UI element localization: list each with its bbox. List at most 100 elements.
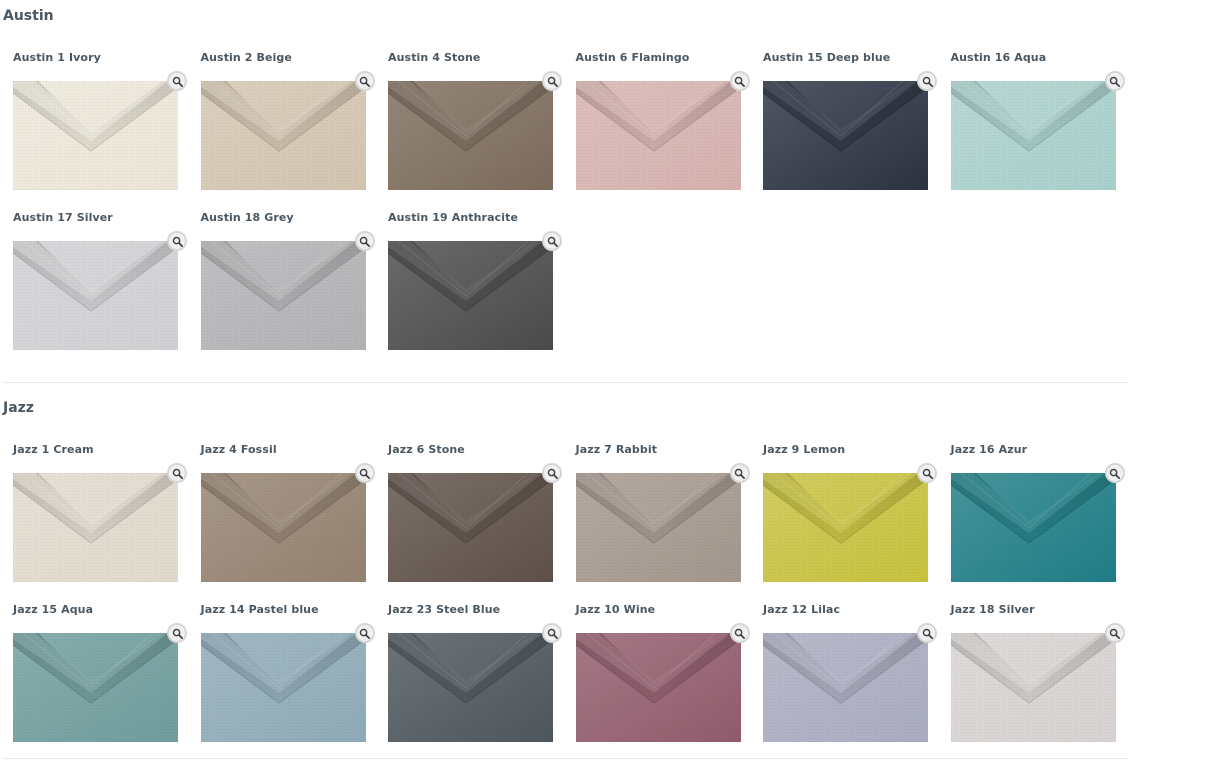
- zoom-button[interactable]: [729, 463, 750, 483]
- fabric-swatch[interactable]: Austin 6 Flamingo: [575, 51, 754, 201]
- swatch-label: Jazz 7 Rabbit: [575, 443, 658, 456]
- fabric-swatch[interactable]: Austin 17 Silver: [13, 211, 191, 361]
- fabric-swatch-image[interactable]: [13, 473, 178, 582]
- fabric-swatch[interactable]: Austin 18 Grey: [200, 211, 379, 361]
- fabric-swatch[interactable]: Jazz 1 Cream: [13, 443, 191, 593]
- zoom-button[interactable]: [167, 463, 187, 483]
- zoom-button[interactable]: [167, 231, 187, 251]
- fabric-swatch-image[interactable]: [388, 633, 553, 742]
- fabric-swatch-image[interactable]: [763, 633, 928, 742]
- fabric-swatch[interactable]: Jazz 14 Pastel blue: [200, 603, 379, 753]
- fabric-swatch-image[interactable]: [388, 241, 553, 350]
- fabric-swatch[interactable]: Austin 2 Beige: [200, 51, 379, 201]
- magnifier-icon: [922, 76, 933, 87]
- zoom-button[interactable]: [542, 71, 562, 91]
- swatch-grid: Jazz 1 Cream Jazz 4 Fossil Jazz 6 Stone …: [0, 392, 1130, 760]
- fabric-swatch-image[interactable]: [763, 473, 928, 582]
- zoom-button[interactable]: [354, 623, 375, 643]
- fabric-swatch-image[interactable]: [13, 241, 178, 350]
- fabric-swatch[interactable]: Jazz 9 Lemon: [763, 443, 941, 593]
- zoom-button[interactable]: [542, 231, 562, 251]
- zoom-button[interactable]: [167, 71, 187, 91]
- zoom-button[interactable]: [917, 71, 937, 91]
- fabric-swatch-image[interactable]: [950, 633, 1116, 742]
- swatch-label: Austin 4 Stone: [388, 51, 481, 64]
- section-divider: [3, 382, 1127, 383]
- fabric-swatch[interactable]: Jazz 23 Steel Blue: [388, 603, 566, 753]
- section-jazz: Jazz Jazz 1 Cream Jazz 4 Fossil Jazz 6 S…: [0, 392, 1130, 760]
- fabric-swatch[interactable]: Austin 16 Aqua: [950, 51, 1129, 201]
- magnifier-icon: [734, 468, 745, 479]
- swatch-label: Jazz 15 Aqua: [13, 603, 94, 616]
- fabric-swatch-image[interactable]: [950, 81, 1116, 190]
- fabric-swatch[interactable]: Austin 19 Anthracite: [388, 211, 566, 361]
- swatch-label: Austin 1 Ivory: [13, 51, 101, 64]
- swatch-label: Jazz 14 Pastel blue: [200, 603, 319, 616]
- fabric-swatch[interactable]: Jazz 18 Silver: [950, 603, 1129, 753]
- fabric-swatch[interactable]: Austin 15 Deep blue: [763, 51, 941, 201]
- zoom-button[interactable]: [354, 463, 375, 483]
- zoom-button[interactable]: [1104, 463, 1125, 483]
- zoom-button[interactable]: [542, 463, 562, 483]
- fabric-swatch[interactable]: Jazz 16 Azur: [950, 443, 1129, 593]
- swatch-label: Austin 19 Anthracite: [388, 211, 519, 224]
- magnifier-icon: [359, 236, 370, 247]
- magnifier-icon: [172, 236, 183, 247]
- fabric-swatch-image[interactable]: [200, 633, 366, 742]
- fabric-swatch[interactable]: Jazz 7 Rabbit: [575, 443, 754, 593]
- magnifier-icon: [734, 76, 745, 87]
- zoom-button[interactable]: [1104, 71, 1125, 91]
- section-austin: Austin Austin 1 Ivory Austin 2 Beige Aus…: [0, 0, 1130, 384]
- swatch-label: Jazz 18 Silver: [950, 603, 1035, 616]
- swatch-label: Austin 18 Grey: [200, 211, 294, 224]
- fabric-swatch-image[interactable]: [950, 473, 1116, 582]
- magnifier-icon: [547, 236, 558, 247]
- fabric-swatch[interactable]: Jazz 4 Fossil: [200, 443, 379, 593]
- fabric-swatch[interactable]: Jazz 12 Lilac: [763, 603, 941, 753]
- fabric-swatch-image[interactable]: [763, 81, 928, 190]
- zoom-button[interactable]: [354, 71, 375, 91]
- fabric-swatch-image[interactable]: [388, 473, 553, 582]
- swatch-label: Jazz 4 Fossil: [200, 443, 277, 456]
- zoom-button[interactable]: [917, 463, 937, 483]
- swatch-label: Austin 2 Beige: [200, 51, 292, 64]
- swatch-label: Austin 15 Deep blue: [763, 51, 891, 64]
- fabric-swatch-image[interactable]: [388, 81, 553, 190]
- zoom-button[interactable]: [917, 623, 937, 643]
- magnifier-icon: [172, 468, 183, 479]
- zoom-button[interactable]: [542, 623, 562, 643]
- fabric-swatch-image[interactable]: [13, 81, 178, 190]
- magnifier-icon: [547, 628, 558, 639]
- fabric-swatch-image[interactable]: [13, 633, 178, 742]
- swatch-label: Jazz 23 Steel Blue: [388, 603, 501, 616]
- magnifier-icon: [922, 468, 933, 479]
- fabric-swatch-image[interactable]: [575, 473, 741, 582]
- swatch-label: Austin 17 Silver: [13, 211, 113, 224]
- fabric-swatch[interactable]: Jazz 10 Wine: [575, 603, 754, 753]
- zoom-button[interactable]: [729, 71, 750, 91]
- fabric-swatch[interactable]: Jazz 6 Stone: [388, 443, 566, 593]
- magnifier-icon: [359, 468, 370, 479]
- fabric-swatch-image[interactable]: [575, 81, 741, 190]
- magnifier-icon: [547, 76, 558, 87]
- zoom-button[interactable]: [354, 231, 375, 251]
- swatch-label: Jazz 9 Lemon: [763, 443, 846, 456]
- swatch-grid: Austin 1 Ivory Austin 2 Beige Austin 4 S…: [0, 0, 1130, 384]
- fabric-swatch[interactable]: Austin 1 Ivory: [13, 51, 191, 201]
- zoom-button[interactable]: [729, 623, 750, 643]
- swatch-label: Jazz 10 Wine: [575, 603, 656, 616]
- magnifier-icon: [172, 628, 183, 639]
- fabric-swatch-image[interactable]: [200, 241, 366, 350]
- fabric-swatch[interactable]: Jazz 15 Aqua: [13, 603, 191, 753]
- section-divider: [3, 758, 1127, 759]
- fabric-swatch-image[interactable]: [575, 633, 741, 742]
- zoom-button[interactable]: [167, 623, 187, 643]
- swatch-label: Jazz 16 Azur: [950, 443, 1028, 456]
- fabric-swatch-image[interactable]: [200, 81, 366, 190]
- magnifier-icon: [734, 628, 745, 639]
- zoom-button[interactable]: [1104, 623, 1125, 643]
- swatch-label: Austin 16 Aqua: [950, 51, 1047, 64]
- fabric-swatch[interactable]: Austin 4 Stone: [388, 51, 566, 201]
- fabric-swatch-image[interactable]: [200, 473, 366, 582]
- magnifier-icon: [1109, 628, 1120, 639]
